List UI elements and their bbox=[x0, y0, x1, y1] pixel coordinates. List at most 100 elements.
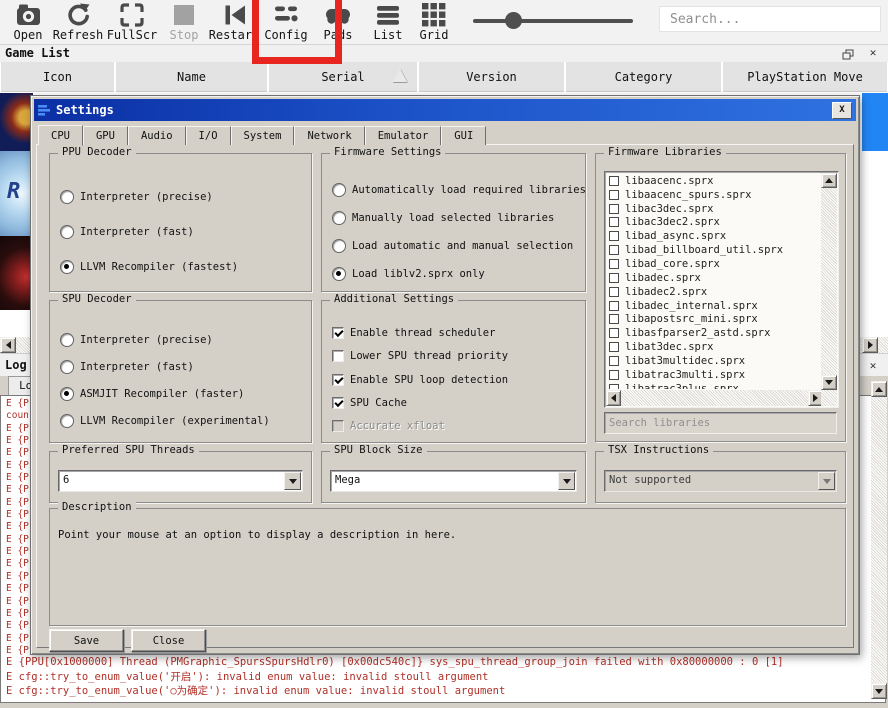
radio-interpreter-fast[interactable] bbox=[60, 360, 74, 374]
checkbox-enable-spu-loop-detection[interactable] bbox=[332, 374, 344, 386]
checkbox-libatrac3plus-sprx[interactable] bbox=[609, 384, 619, 389]
checkbox-libad-billboard-util-sprx[interactable] bbox=[609, 245, 619, 255]
list-item-libad-billboard-util-sprx[interactable]: libad_billboard_util.sprx bbox=[607, 243, 820, 257]
tab-emulator[interactable]: Emulator bbox=[365, 126, 442, 145]
column-header-category[interactable]: Category bbox=[566, 62, 721, 92]
list-item-libapostsrc-mini-sprx[interactable]: libapostsrc_mini.sprx bbox=[607, 312, 820, 326]
float-icon[interactable] bbox=[842, 46, 856, 60]
toolbar-list-button[interactable]: List bbox=[362, 1, 414, 43]
list-item-libac3dec2-sprx[interactable]: libac3dec2.sprx bbox=[607, 216, 820, 230]
preferred-spu-threads-combo[interactable]: 6 bbox=[58, 470, 303, 492]
checkbox-libat3dec-sprx[interactable] bbox=[609, 342, 619, 352]
scroll-track[interactable] bbox=[621, 390, 808, 406]
close-icon[interactable]: X bbox=[832, 102, 852, 119]
checkbox-libac3dec2-sprx[interactable] bbox=[609, 217, 619, 227]
checkbox-enable-thread-scheduler[interactable] bbox=[332, 327, 344, 339]
firmware-libraries-listbox[interactable]: libaacenc.sprxlibaacenc_spurs.sprxlibac3… bbox=[604, 171, 839, 408]
settings-tabbar: CPUGPUAudioI/OSystemNetworkEmulatorGUI bbox=[38, 124, 486, 145]
toolbar-refresh-button[interactable]: Refresh bbox=[52, 1, 104, 43]
scroll-up-arrow-icon[interactable] bbox=[821, 173, 837, 188]
tab-gpu[interactable]: GPU bbox=[83, 126, 128, 145]
close-icon[interactable]: ✕ bbox=[866, 46, 880, 60]
list-item-libad-core-sprx[interactable]: libad_core.sprx bbox=[607, 257, 820, 271]
toolbar-stop-button[interactable]: Stop bbox=[158, 1, 210, 43]
radio-manually-load-selected-libraries[interactable] bbox=[332, 211, 346, 225]
tab-i-o[interactable]: I/O bbox=[186, 126, 231, 145]
library-search-input[interactable] bbox=[604, 412, 837, 434]
checkbox-libad-async-sprx[interactable] bbox=[609, 231, 619, 241]
checkbox-libaacenc-spurs-sprx[interactable] bbox=[609, 190, 619, 200]
scroll-track[interactable] bbox=[821, 188, 837, 375]
vscroll-down-arrow-icon[interactable] bbox=[871, 683, 887, 699]
vscroll-up-arrow-icon[interactable] bbox=[871, 381, 887, 397]
checkbox-libaacenc-sprx[interactable] bbox=[609, 176, 619, 186]
list-item-libasfparser2-astd-sprx[interactable]: libasfparser2_astd.sprx bbox=[607, 326, 820, 340]
dropdown-arrow-icon[interactable] bbox=[284, 472, 301, 490]
tab-gui[interactable]: GUI bbox=[441, 126, 486, 145]
toolbar-fullscreen-button[interactable]: FullScr bbox=[106, 1, 158, 43]
checkbox-spu-cache[interactable] bbox=[332, 397, 344, 409]
list-item-libat3multidec-sprx[interactable]: libat3multidec.sprx bbox=[607, 354, 820, 368]
spu-block-size-combo[interactable]: Mega bbox=[330, 470, 577, 492]
checkbox-lower-spu-thread-priority[interactable] bbox=[332, 350, 344, 362]
radio-interpreter-precise[interactable] bbox=[60, 190, 74, 204]
hscroll-right-arrow-icon[interactable] bbox=[862, 337, 878, 353]
hscroll-left-arrow-icon[interactable] bbox=[0, 337, 16, 353]
close-button[interactable]: Close bbox=[131, 629, 206, 652]
list-item-libadec2-sprx[interactable]: libadec2.sprx bbox=[607, 285, 820, 299]
column-header-serial[interactable]: Serial bbox=[269, 62, 417, 92]
list-item-libaacenc-spurs-sprx[interactable]: libaacenc_spurs.sprx bbox=[607, 188, 820, 202]
list-item-libatrac3multi-sprx[interactable]: libatrac3multi.sprx bbox=[607, 368, 820, 382]
checkbox-libadec2-sprx[interactable] bbox=[609, 287, 619, 297]
save-button[interactable]: Save bbox=[49, 629, 124, 652]
column-header-label: Name bbox=[177, 70, 206, 84]
dialog-titlebar[interactable]: Settings X bbox=[34, 99, 856, 121]
column-header-name[interactable]: Name bbox=[116, 62, 267, 92]
checkbox-libat3multidec-sprx[interactable] bbox=[609, 356, 619, 366]
radio-llvm-recompiler-fastest[interactable] bbox=[60, 260, 74, 274]
radio-automatically-load-required-libraries[interactable] bbox=[332, 183, 346, 197]
radio-interpreter-fast[interactable] bbox=[60, 225, 74, 239]
log-line: E {P bbox=[6, 596, 32, 608]
list-item-libat3dec-sprx[interactable]: libat3dec.sprx bbox=[607, 340, 820, 354]
icon-size-slider-track[interactable] bbox=[473, 19, 633, 23]
game-icon-2[interactable]: R bbox=[0, 151, 33, 236]
checkbox-libad-core-sprx[interactable] bbox=[609, 259, 619, 269]
checkbox-libapostsrc-mini-sprx[interactable] bbox=[609, 314, 619, 324]
column-header-playstation-move[interactable]: PlayStation Move bbox=[723, 62, 887, 92]
list-item-libatrac3plus-sprx[interactable]: libatrac3plus.sprx bbox=[607, 382, 820, 389]
game-icon-1[interactable] bbox=[0, 93, 33, 151]
library-name: libac3dec2.sprx bbox=[625, 216, 720, 228]
checkbox-libadec-internal-sprx[interactable] bbox=[609, 301, 619, 311]
radio-load-automatic-and-manual-selection[interactable] bbox=[332, 239, 346, 253]
close-icon[interactable]: ✕ bbox=[866, 359, 880, 373]
list-item-libadec-sprx[interactable]: libadec.sprx bbox=[607, 271, 820, 285]
radio-interpreter-precise[interactable] bbox=[60, 333, 74, 347]
list-item-libadec-internal-sprx[interactable]: libadec_internal.sprx bbox=[607, 299, 820, 313]
toolbar-open-button[interactable]: Open bbox=[2, 1, 54, 43]
tab-network[interactable]: Network bbox=[294, 126, 364, 145]
checkbox-libasfparser2-astd-sprx[interactable] bbox=[609, 328, 619, 338]
icon-size-slider-handle[interactable] bbox=[505, 12, 522, 29]
list-item-libac3dec-sprx[interactable]: libac3dec.sprx bbox=[607, 202, 820, 216]
tab-audio[interactable]: Audio bbox=[128, 126, 186, 145]
toolbar-grid-button[interactable]: Grid bbox=[408, 1, 460, 43]
radio-load-liblv2-sprx-only[interactable] bbox=[332, 267, 346, 281]
scroll-left-arrow-icon[interactable] bbox=[606, 390, 621, 406]
tab-cpu[interactable]: CPU bbox=[38, 125, 83, 146]
checkbox-libatrac3multi-sprx[interactable] bbox=[609, 370, 619, 380]
game-icon-3[interactable] bbox=[0, 236, 33, 310]
list-item-libad-async-sprx[interactable]: libad_async.sprx bbox=[607, 229, 820, 243]
checkbox-libadec-sprx[interactable] bbox=[609, 273, 619, 283]
radio-llvm-recompiler-experimental[interactable] bbox=[60, 414, 74, 428]
column-header-version[interactable]: Version bbox=[419, 62, 564, 92]
tab-system[interactable]: System bbox=[231, 126, 295, 145]
search-input[interactable] bbox=[659, 6, 881, 32]
column-header-icon[interactable]: Icon bbox=[1, 62, 114, 92]
list-item-libaacenc-sprx[interactable]: libaacenc.sprx bbox=[607, 174, 820, 188]
scroll-down-arrow-icon[interactable] bbox=[821, 375, 837, 390]
dropdown-arrow-icon[interactable] bbox=[558, 472, 575, 490]
checkbox-libac3dec-sprx[interactable] bbox=[609, 204, 619, 214]
radio-asmjit-recompiler-faster[interactable] bbox=[60, 387, 74, 401]
vscroll-track[interactable] bbox=[871, 397, 887, 683]
